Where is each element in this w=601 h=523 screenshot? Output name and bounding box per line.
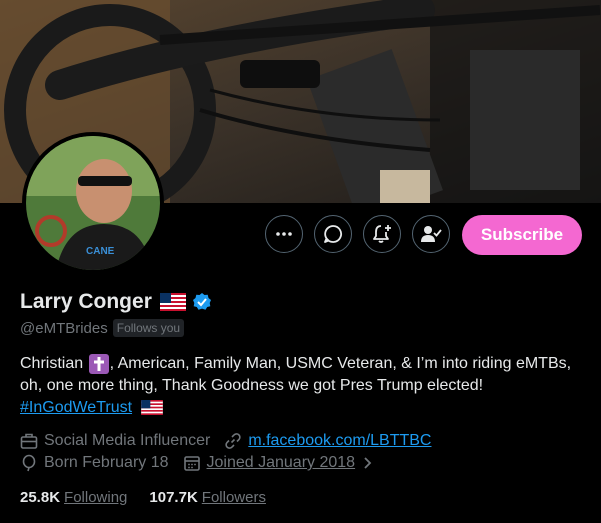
follows-you-badge: Follows you	[112, 319, 185, 337]
us-flag-icon	[159, 293, 186, 311]
following-button[interactable]	[412, 215, 450, 253]
notify-button[interactable]	[363, 215, 401, 253]
following-label: Following	[64, 489, 128, 506]
category: Social Media Influencer	[44, 432, 211, 449]
link-icon	[225, 433, 241, 449]
followers-label: Followers	[201, 489, 266, 506]
message-button[interactable]	[314, 215, 352, 253]
meta-row-1: Social Media Influencer m.facebook.com/L…	[20, 432, 431, 450]
verified-badge-icon[interactable]	[192, 292, 212, 312]
profile-actions: Subscribe	[0, 215, 601, 257]
calendar-icon	[183, 456, 200, 471]
latin-cross-icon	[88, 353, 109, 374]
us-flag-icon	[140, 400, 163, 416]
followers-count: 107.7K	[149, 489, 198, 506]
profile-name-row: Larry Conger	[20, 290, 212, 314]
display-name: Larry Conger	[20, 290, 152, 313]
message-icon	[324, 225, 342, 243]
bio: Christian , American, Family Man, USMC V…	[20, 353, 580, 419]
person-check-icon	[421, 226, 442, 242]
briefcase-icon	[20, 433, 38, 449]
following-stat[interactable]: 25.8K Following	[20, 489, 127, 506]
handle: @eMTBrides	[20, 319, 108, 337]
bell-plus-icon	[373, 225, 391, 243]
following-count: 25.8K	[20, 489, 61, 506]
handle-row: @eMTBrides Follows you	[20, 319, 185, 337]
birthday: Born February 18	[44, 454, 169, 471]
follow-stats: 25.8K Following 107.7K Followers	[20, 489, 266, 506]
chevron-right-icon[interactable]	[361, 456, 375, 470]
balloon-icon	[22, 454, 36, 472]
subscribe-button[interactable]: Subscribe	[462, 215, 582, 255]
followers-stat[interactable]: 107.7K Followers	[149, 489, 266, 506]
joined-date[interactable]: Joined January 2018	[207, 454, 356, 472]
bio-text-1: Christian	[20, 355, 84, 372]
hashtag-link[interactable]: #InGodWeTrust	[20, 399, 132, 416]
more-icon	[276, 232, 292, 236]
meta-row-2: Born February 18 Joined January 2018	[20, 454, 381, 472]
more-button[interactable]	[265, 215, 303, 253]
website-link[interactable]: m.facebook.com/LBTTBC	[248, 432, 431, 450]
